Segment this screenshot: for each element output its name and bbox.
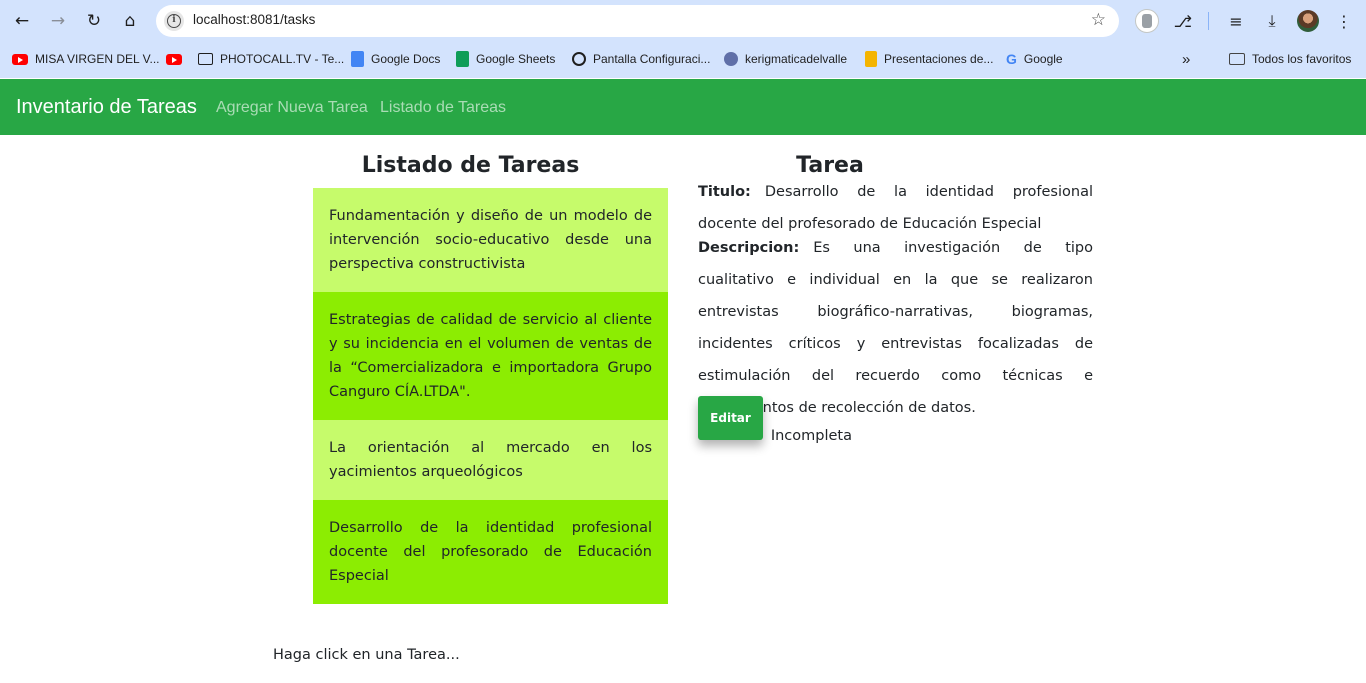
bookmark-label: Todos los favoritos — [1252, 52, 1352, 66]
task-list-item[interactable]: Desarrollo de la identidad profesional d… — [313, 500, 668, 604]
bookmark-pantalla[interactable]: Pantalla Configuraci... — [572, 50, 710, 68]
bookmark-label: Pantalla Configuraci... — [593, 52, 711, 66]
titulo-value: Desarrollo de la identidad profesional d… — [698, 184, 1093, 232]
bookmark-label: PHOTOCALL.TV - Te... — [220, 52, 345, 66]
task-list-item[interactable]: Estrategias de calidad de servicio al cl… — [313, 292, 668, 420]
bookmark-label: Google Docs — [371, 52, 441, 66]
status-value: Incompleta — [770, 428, 853, 444]
bookmarks-bar: MISA VIRGEN DEL V... PHOTOCALL.TV - Te..… — [0, 42, 1366, 78]
bookmark-label: MISA VIRGEN DEL V... — [35, 52, 160, 66]
bookmark-google-docs[interactable]: Google Docs — [351, 50, 440, 68]
bookmark-misa[interactable]: MISA VIRGEN DEL V... — [12, 50, 160, 68]
toolbar-divider — [1208, 12, 1209, 30]
bookmark-label: Google Sheets — [476, 52, 556, 66]
address-bar[interactable]: i localhost:8081/tasks ☆ — [156, 5, 1119, 37]
all-bookmarks-folder[interactable]: Todos los favoritos — [1229, 50, 1351, 68]
site-icon — [724, 52, 738, 66]
profile-icon[interactable] — [1135, 9, 1159, 33]
hint-text: Haga click en una Tarea... — [273, 647, 460, 663]
browser-toolbar: ← → ↻ ⌂ i localhost:8081/tasks ☆ ⎇ ≡ ⤓ ⋮ — [0, 0, 1366, 42]
task-titulo-row: Titulo: Desarrollo de la identidad profes… — [698, 176, 1093, 240]
bookmark-label: Presentaciones de... — [884, 52, 994, 66]
menu-icon[interactable]: ⋮ — [1332, 9, 1356, 33]
task-list-item[interactable]: Fundamentación y diseño de un modelo de … — [313, 188, 668, 292]
app-navbar: Inventario de Tareas Agregar Nueva Tarea… — [0, 79, 1366, 135]
google-icon: G — [1006, 51, 1017, 67]
bookmark-label: Google — [1023, 52, 1063, 66]
google-docs-icon — [351, 51, 364, 67]
site-info-icon[interactable]: i — [164, 11, 184, 31]
bookmark-youtube[interactable] — [166, 50, 189, 68]
youtube-icon — [12, 53, 28, 65]
bookmark-star-icon[interactable]: ☆ — [1091, 10, 1106, 30]
descripcion-label: Descripcion: — [698, 240, 800, 256]
reload-icon[interactable]: ↻ — [82, 9, 106, 33]
youtube-icon — [166, 53, 182, 65]
navbar-brand[interactable]: Inventario de Tareas — [16, 96, 197, 119]
bookmark-label: kerigmaticadelvalle — [745, 52, 848, 66]
tv-icon — [198, 53, 213, 65]
nav-link-task-list[interactable]: Listado de Tareas — [380, 99, 506, 117]
globe-icon — [572, 52, 586, 66]
reading-list-icon[interactable]: ≡ — [1224, 9, 1248, 33]
task-detail-title: Tarea — [796, 153, 864, 178]
titulo-label: Titulo: — [698, 184, 751, 200]
task-list-title: Listado de Tareas — [361, 153, 580, 178]
descripcion-value: Es una investigación de tipo cualitativo… — [698, 240, 1093, 416]
extensions-icon[interactable]: ⎇ — [1171, 9, 1195, 33]
bookmark-photocall[interactable]: PHOTOCALL.TV - Te... — [198, 50, 344, 68]
nav-link-add-task[interactable]: Agregar Nueva Tarea — [216, 99, 368, 117]
bookmark-kerigmatica[interactable]: kerigmaticadelvalle — [724, 50, 847, 68]
google-sheets-icon — [456, 51, 469, 67]
bookmark-google-sheets[interactable]: Google Sheets — [456, 50, 555, 68]
back-icon[interactable]: ← — [10, 9, 34, 33]
task-list: Fundamentación y diseño de un modelo de … — [313, 188, 668, 604]
folder-icon — [1229, 53, 1245, 65]
more-bookmarks-icon[interactable]: » — [1182, 50, 1190, 68]
avatar[interactable] — [1297, 10, 1319, 32]
bookmark-google[interactable]: G Google — [1006, 50, 1063, 68]
bookmark-presentaciones[interactable]: Presentaciones de... — [865, 50, 993, 68]
task-list-item[interactable]: La orientación al mercado en los yacimie… — [313, 420, 668, 500]
url-text[interactable]: localhost:8081/tasks — [193, 12, 315, 27]
download-icon[interactable]: ⤓ — [1260, 9, 1284, 33]
google-slides-icon — [865, 51, 877, 67]
home-icon[interactable]: ⌂ — [118, 9, 142, 33]
edit-button[interactable]: Editar — [698, 396, 763, 440]
forward-icon[interactable]: → — [46, 9, 70, 33]
